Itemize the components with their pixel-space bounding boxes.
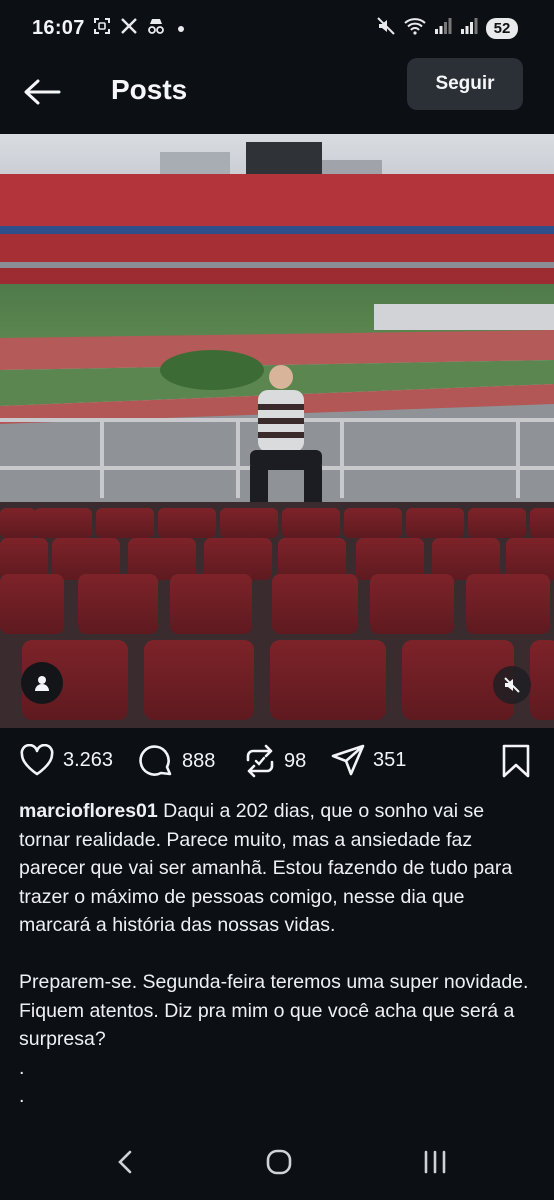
user-tag-button[interactable] — [21, 662, 63, 704]
like-count: 3.263 — [63, 748, 114, 771]
share-count: 351 — [373, 748, 407, 771]
follow-button[interactable]: Seguir — [407, 58, 523, 110]
incognito-icon — [146, 17, 166, 40]
page-title: Posts — [111, 74, 188, 105]
back-button[interactable] — [20, 74, 64, 110]
recents-icon — [424, 1150, 446, 1174]
nav-home-button[interactable] — [254, 1142, 304, 1182]
post-caption: marcioflores01 Daqui a 202 dias, que o s… — [19, 797, 539, 1111]
bookmark-icon — [502, 744, 530, 778]
home-circle-icon — [266, 1149, 292, 1175]
app-header: Posts Seguir — [0, 58, 554, 134]
status-bar: 16:07 52 — [0, 0, 554, 58]
caption-username[interactable]: marcioflores01 — [19, 800, 158, 822]
repost-icon — [246, 744, 274, 778]
stadium-photo — [0, 134, 554, 728]
post-actions: 3.263 888 98 351 — [0, 740, 554, 786]
comment-count: 888 — [182, 749, 216, 772]
status-right-icons: 52 — [376, 16, 518, 41]
signal-icon — [434, 17, 452, 40]
mute-toggle-button[interactable] — [493, 666, 531, 704]
signal-icon — [460, 17, 478, 40]
like-button[interactable]: 3.263 — [19, 744, 113, 776]
mute-icon — [504, 677, 520, 693]
wifi-icon — [404, 17, 426, 40]
back-chevron-icon — [118, 1150, 132, 1174]
system-nav-bar — [0, 1128, 554, 1200]
status-time: 16:07 — [32, 17, 85, 39]
comment-icon — [139, 745, 172, 776]
nav-recents-button[interactable] — [410, 1142, 460, 1182]
arrow-left-icon — [24, 79, 61, 105]
send-icon — [331, 744, 365, 776]
x-logo-icon — [120, 17, 138, 40]
heart-icon — [20, 744, 54, 776]
post-image[interactable] — [0, 134, 554, 728]
status-left-icons — [92, 16, 184, 41]
repost-count: 98 — [284, 749, 307, 772]
caption-text: Daqui a 202 dias, que o sonho vai se tor… — [19, 800, 529, 1107]
battery-indicator: 52 — [486, 18, 518, 39]
save-button[interactable] — [500, 744, 532, 783]
comment-button[interactable]: 888 — [138, 744, 215, 778]
nav-back-button[interactable] — [100, 1142, 150, 1182]
user-tag-icon — [35, 676, 49, 691]
share-button[interactable]: 351 — [331, 744, 406, 776]
repost-button[interactable]: 98 — [244, 744, 306, 778]
mute-icon — [376, 16, 396, 41]
screenshot-icon — [92, 16, 112, 41]
notification-dot — [178, 25, 184, 32]
